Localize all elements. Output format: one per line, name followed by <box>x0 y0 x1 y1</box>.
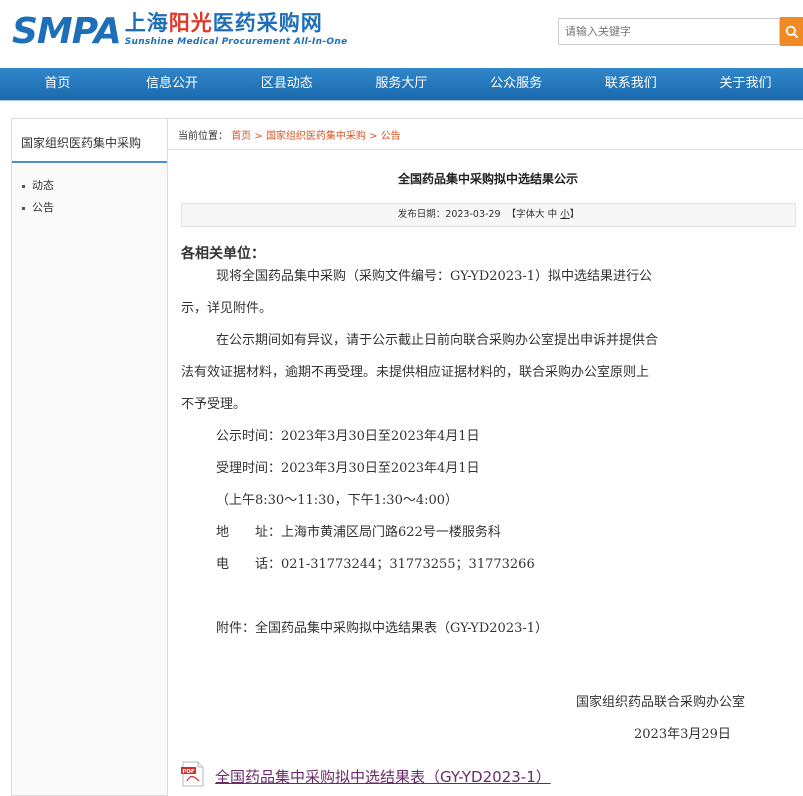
body-line: 法有效证据材料，逾期不再受理。未提供相应证据材料的，联合采购办公室原则上 <box>181 365 650 380</box>
breadcrumb-current[interactable]: 公告 <box>381 131 401 142</box>
logo-cn-prefix: 上海 <box>124 10 169 35</box>
main-nav: 首页 信息公开 区县动态 服务大厅 公众服务 联系我们 关于我们 <box>0 68 803 100</box>
logo-cn-suffix: 医药采购网 <box>212 10 323 35</box>
breadcrumb-category[interactable]: 国家组织医药集中采购 <box>266 131 366 142</box>
font-size-medium[interactable]: 中 <box>548 209 558 220</box>
salutation: 各相关单位： <box>181 246 265 262</box>
sidebar-item-news[interactable]: 动态 <box>12 175 167 197</box>
pdf-badge-text: PDF <box>182 769 195 775</box>
sidebar-item-label: 公告 <box>32 201 54 214</box>
sidebar-title: 国家组织医药集中采购 <box>12 119 167 163</box>
signature: 国家组织药品联合采购办公室 <box>576 695 746 710</box>
body-line: 受理时间：2023年3月30日至2023年4月1日 <box>216 461 480 476</box>
logo-mark: SMPA <box>12 11 122 52</box>
main-content: 当前位置： 首页 > 国家组织医药集中采购 > 公告 全国药品集中采购拟中选结果… <box>168 118 803 796</box>
font-size-label: 【字体 <box>506 209 536 220</box>
font-size-large[interactable]: 大 <box>535 209 545 220</box>
body-line: 附件：全国药品集中采购拟中选结果表（GY-YD2023-1） <box>216 621 549 636</box>
body-line: 不予受理。 <box>181 397 247 412</box>
article-meta: 发布日期：2023-03-29 【字体大 中 小】 <box>181 203 796 227</box>
font-size-close: 】 <box>569 209 580 220</box>
breadcrumb: 当前位置： 首页 > 国家组织医药集中采购 > 公告 <box>178 127 401 142</box>
sidebar-item-announcement[interactable]: 公告 <box>12 197 167 219</box>
logo-english-name: Sunshine Medical Procurement All-In-One <box>124 37 348 47</box>
logo-chinese-name: 上海阳光医药采购网 <box>125 10 348 36</box>
breadcrumb-separator: > <box>251 131 266 142</box>
nav-item-home[interactable]: 首页 <box>0 68 115 100</box>
nav-item-info[interactable]: 信息公开 <box>115 68 230 100</box>
font-size-small[interactable]: 小 <box>560 209 570 220</box>
sidebar-item-label: 动态 <box>32 179 54 192</box>
nav-item-contact[interactable]: 联系我们 <box>573 68 688 100</box>
article-title: 全国药品集中采购拟中选结果公示 <box>397 172 578 186</box>
breadcrumb-home[interactable]: 首页 <box>231 131 251 142</box>
publish-date: 2023-03-29 <box>445 209 501 220</box>
signature-date: 2023年3月29日 <box>634 727 731 742</box>
site-header: SMPA 上海阳光医药采购网 Sunshine Medical Procurem… <box>0 0 803 68</box>
sidebar-list: 动态 公告 <box>12 163 167 219</box>
breadcrumb-label: 当前位置： <box>178 131 228 142</box>
search-button[interactable] <box>780 17 803 46</box>
nav-item-district[interactable]: 区县动态 <box>229 68 344 100</box>
attachment-link[interactable]: 全国药品集中采购拟中选结果表（GY-YD2023-1） <box>215 767 551 787</box>
bullet-icon <box>22 206 25 210</box>
search-icon <box>785 25 798 38</box>
date-label: 发布日期： <box>397 209 446 220</box>
pdf-icon: PDF <box>181 761 205 787</box>
body-line: 现将全国药品集中采购（采购文件编号：GY-YD2023-1）拟中选结果进行公 <box>216 269 653 284</box>
body-line: 电 话：021-31773244；31773255；31773266 <box>216 557 535 572</box>
nav-item-about[interactable]: 关于我们 <box>688 68 803 100</box>
body-line: （上午8:30～11:30，下午1:30～4:00） <box>216 493 459 508</box>
bullet-icon <box>22 184 25 188</box>
body-line: 公示时间：2023年3月30日至2023年4月1日 <box>216 429 480 444</box>
site-logo[interactable]: SMPA 上海阳光医药采购网 Sunshine Medical Procurem… <box>12 10 347 54</box>
breadcrumb-divider <box>168 149 803 150</box>
sidebar: 国家组织医药集中采购 动态 公告 <box>11 118 168 796</box>
body-line: 地 址：上海市黄浦区局门路622号一楼服务科 <box>216 525 501 540</box>
attachment: PDF 全国药品集中采购拟中选结果表（GY-YD2023-1） <box>181 761 551 787</box>
breadcrumb-separator: > <box>365 131 381 142</box>
body-line: 示，详见附件。 <box>181 301 273 316</box>
nav-divider <box>0 100 803 101</box>
search-input[interactable] <box>559 19 779 44</box>
search-box <box>558 18 780 45</box>
body-line: 在公示期间如有异议，请于公示截止日前向联合采购办公室提出申诉并提供合 <box>216 333 659 348</box>
nav-item-public[interactable]: 公众服务 <box>459 68 574 100</box>
logo-cn-highlight: 阳光 <box>168 10 213 35</box>
nav-item-service[interactable]: 服务大厅 <box>344 68 459 100</box>
